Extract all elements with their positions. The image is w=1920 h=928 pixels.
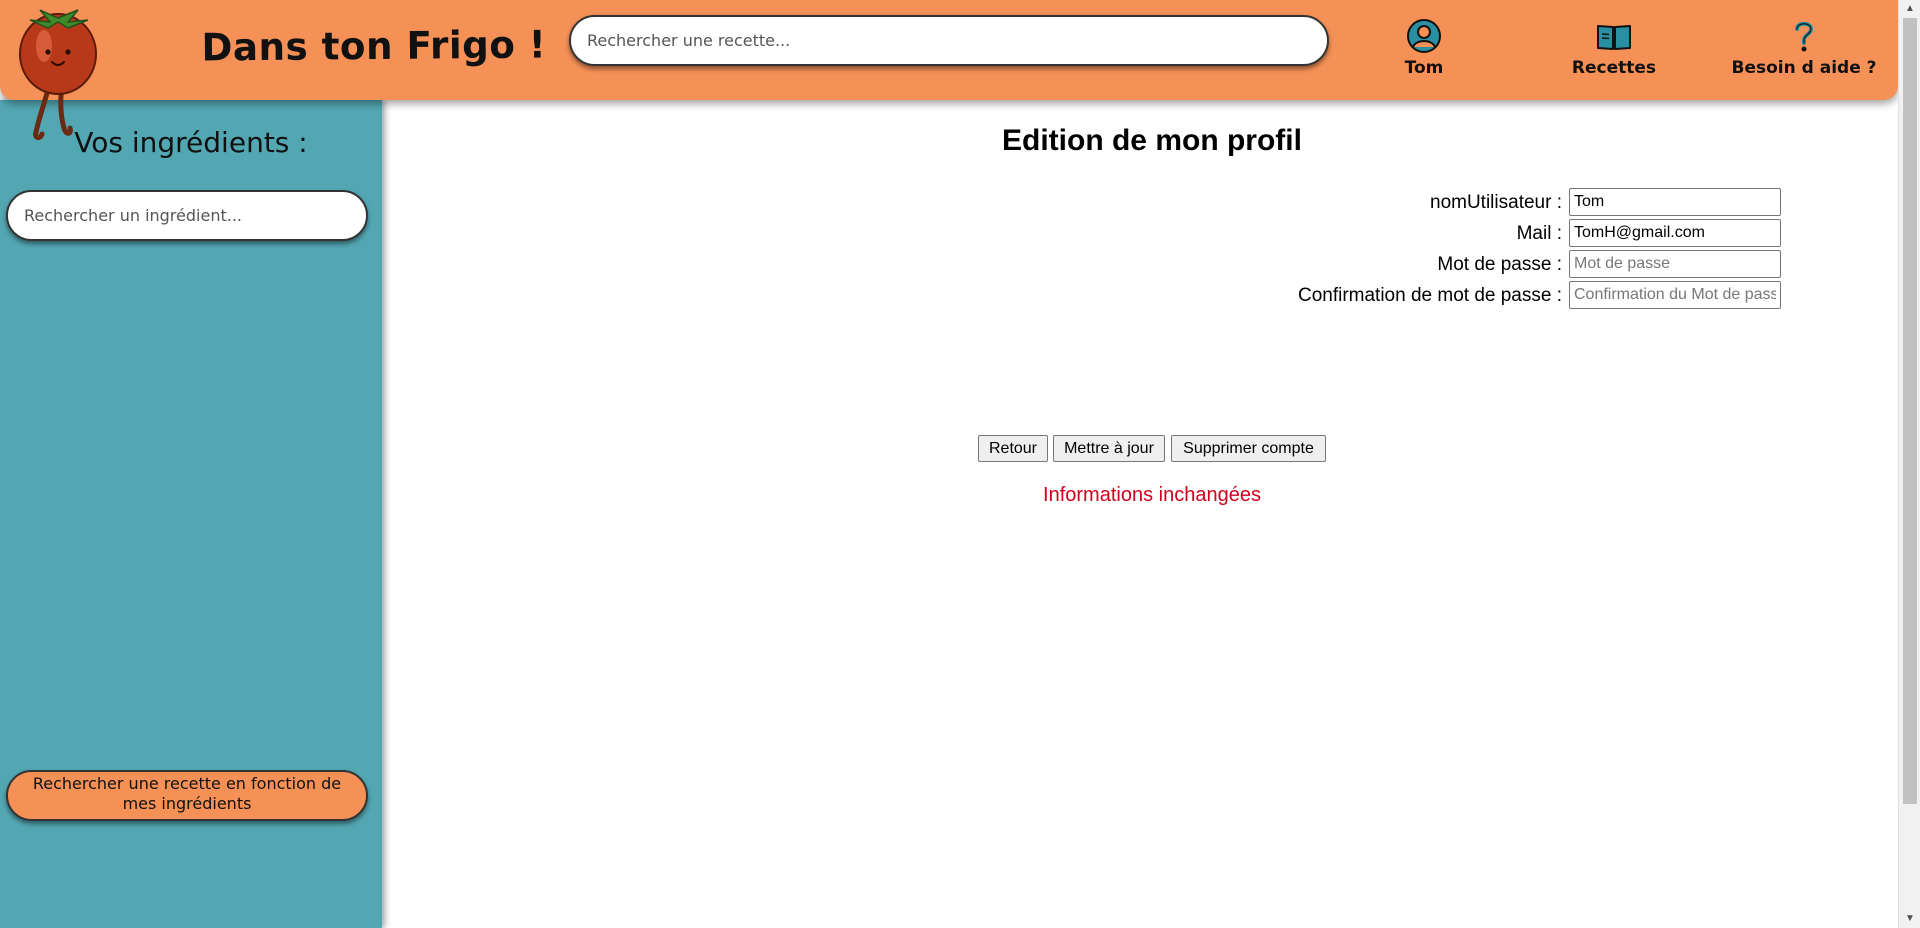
- site-title[interactable]: Dans ton Frigo !: [201, 22, 546, 69]
- mail-row: Mail :: [382, 219, 1562, 247]
- back-button[interactable]: Retour: [978, 435, 1048, 462]
- username-label: nomUtilisateur :: [1430, 192, 1562, 213]
- nav-user[interactable]: Tom: [1344, 18, 1504, 78]
- ingredient-search-input[interactable]: [6, 190, 368, 241]
- confirm-password-label: Confirmation de mot de passe :: [1297, 285, 1562, 306]
- nav-help[interactable]: Besoin d aide ?: [1724, 18, 1884, 78]
- username-field[interactable]: [1569, 188, 1781, 216]
- nav-recipes[interactable]: Recettes: [1534, 18, 1694, 78]
- question-icon: [1795, 21, 1814, 52]
- page-title: Edition de mon profil: [1002, 124, 1302, 157]
- password-field[interactable]: [1569, 250, 1781, 278]
- confirm-password-row: Confirmation de mot de passe :: [382, 281, 1562, 309]
- ingredients-sidebar: Vos ingrédients : Rechercher une recette…: [0, 100, 382, 928]
- nav-recipes-label: Recettes: [1571, 58, 1657, 78]
- update-button[interactable]: Mettre à jour: [1053, 435, 1165, 462]
- confirm-password-field[interactable]: [1569, 281, 1781, 309]
- scroll-down-arrow-icon[interactable]: ▼: [1899, 910, 1920, 928]
- nav-user-label: Tom: [1404, 58, 1444, 78]
- nav-help-label: Besoin d aide ?: [1731, 58, 1877, 78]
- user-icon: [1407, 19, 1441, 53]
- site-header: Dans ton Frigo ! Tom Recettes Besoin d a…: [0, 0, 1898, 100]
- scroll-up-arrow-icon[interactable]: ▲: [1899, 0, 1920, 18]
- delete-account-button[interactable]: Supprimer compte: [1171, 435, 1326, 462]
- password-row: Mot de passe :: [382, 250, 1562, 278]
- recipe-search-input[interactable]: [569, 15, 1329, 66]
- tomato-logo[interactable]: [10, 4, 106, 144]
- main-content: Edition de mon profil nomUtilisateur : M…: [382, 100, 1898, 928]
- username-row: nomUtilisateur :: [382, 188, 1562, 216]
- scrollbar-thumb[interactable]: [1903, 18, 1917, 804]
- password-label: Mot de passe :: [1437, 254, 1562, 275]
- book-icon: [1597, 25, 1631, 50]
- mail-label: Mail :: [1516, 223, 1562, 244]
- search-by-ingredients-button[interactable]: Rechercher une recette en fonction de me…: [6, 770, 368, 821]
- status-message: Informations inchangées: [1043, 484, 1261, 506]
- mail-field[interactable]: [1569, 219, 1781, 247]
- page-scrollbar[interactable]: ▲ ▼: [1898, 0, 1920, 928]
